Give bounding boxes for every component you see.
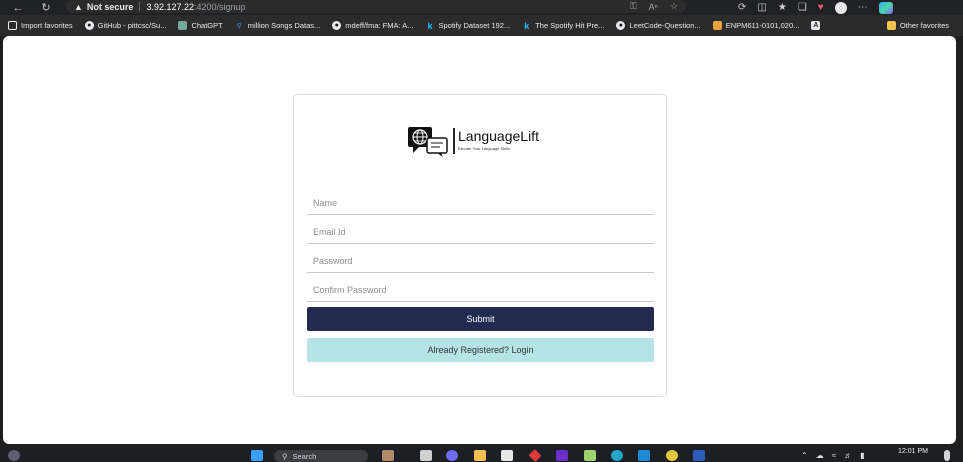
confirm-password-field bbox=[307, 278, 654, 302]
favorites-icon[interactable]: ★ bbox=[778, 2, 787, 13]
bookmark-label: The Spotify Hit Pre... bbox=[535, 21, 605, 30]
bookmark-fma[interactable]: ● mdeff/fma: FMA: A... bbox=[332, 21, 414, 30]
widgets-icon[interactable] bbox=[8, 450, 20, 461]
brand-logo: LanguageLift Elevate Your Language Skill… bbox=[407, 126, 539, 158]
extensions-icon[interactable]: ⟳ bbox=[738, 2, 746, 13]
vscode-icon[interactable] bbox=[638, 450, 650, 461]
email-input[interactable] bbox=[307, 220, 654, 243]
bookmark-label: mdeff/fma: FMA: A... bbox=[345, 21, 414, 30]
browser-titlebar: ← ↻ ▲ Not secure 3.92.127.22 :4200/signu… bbox=[0, 0, 963, 15]
collections-icon[interactable]: ❏ bbox=[798, 2, 807, 13]
chrome-icon[interactable] bbox=[666, 450, 678, 461]
password-field bbox=[307, 249, 654, 273]
key-icon[interactable]: ⚿ bbox=[630, 1, 637, 12]
app-icon[interactable] bbox=[382, 450, 394, 461]
bookmark-million-songs[interactable]: ⚲ million Songs Datas... bbox=[235, 21, 321, 30]
back-icon[interactable]: ← bbox=[9, 0, 27, 15]
bookmark-label: million Songs Datas... bbox=[247, 21, 321, 30]
refresh-icon[interactable]: ↻ bbox=[37, 0, 55, 15]
brand-tagline: Elevate Your Language Skills bbox=[458, 146, 510, 151]
wifi-icon[interactable]: ≈ bbox=[832, 451, 836, 460]
bookmark-spotify-dataset[interactable]: k Spotify Dataset 192... bbox=[426, 20, 511, 31]
bookmark-label: Spotify Dataset 192... bbox=[438, 21, 511, 30]
url-host: 3.92.127.22 bbox=[146, 1, 194, 12]
start-icon[interactable] bbox=[251, 450, 263, 461]
search-icon: ⚲ bbox=[282, 451, 288, 461]
page-content: LanguageLift Elevate Your Language Skill… bbox=[3, 36, 956, 444]
bookmark-spotify-hit[interactable]: k The Spotify Hit Pre... bbox=[522, 20, 605, 31]
url-path: :4200/signup bbox=[194, 1, 246, 12]
submit-button[interactable]: Submit bbox=[307, 307, 654, 331]
warning-icon: ▲ bbox=[74, 1, 83, 12]
folder-icon bbox=[886, 21, 896, 30]
bookmark-a[interactable]: A bbox=[811, 21, 821, 30]
bookmark-github-pittcsc[interactable]: ● GitHub - pittcsc/Su... bbox=[84, 21, 167, 30]
bookmark-enpm611[interactable]: ENPM611-0101,020... bbox=[712, 21, 800, 30]
signup-card: LanguageLift Elevate Your Language Skill… bbox=[293, 94, 667, 397]
bookmark-leetcode[interactable]: ● LeetCode-Question... bbox=[616, 21, 701, 30]
bookmark-label: ENPM611-0101,020... bbox=[725, 21, 800, 30]
profile-avatar[interactable] bbox=[834, 1, 847, 14]
store-icon[interactable] bbox=[501, 450, 513, 461]
other-favorites-label: Other favorites bbox=[899, 21, 949, 30]
bookmark-label: ChatGPT bbox=[191, 21, 223, 30]
kaggle-icon: k bbox=[524, 20, 530, 31]
name-input[interactable] bbox=[307, 191, 654, 214]
search-icon: ⚲ bbox=[236, 22, 242, 30]
course-icon bbox=[712, 21, 722, 30]
split-screen-icon[interactable]: ◫ bbox=[757, 2, 766, 13]
bookmark-import[interactable]: Import favorites bbox=[8, 21, 73, 30]
cloud-icon[interactable]: ☁ bbox=[816, 451, 824, 460]
kaggle-icon: k bbox=[427, 20, 433, 31]
more-icon[interactable]: ⋯ bbox=[858, 2, 868, 13]
bookmark-label: Import favorites bbox=[21, 21, 73, 30]
bookmarks-bar: Import favorites ● GitHub - pittcsc/Su..… bbox=[0, 15, 963, 36]
address-bar[interactable]: ▲ Not secure 3.92.127.22 :4200/signup ⚿ … bbox=[66, 0, 686, 13]
file-explorer-icon[interactable] bbox=[420, 450, 432, 461]
taskbar: ⚲ Search ⌃ ☁ ≈ ♬ ▮ 12:01 PM bbox=[0, 448, 963, 462]
word-icon[interactable] bbox=[693, 450, 705, 461]
favorite-star-icon[interactable]: ☆ bbox=[670, 1, 678, 12]
email-field bbox=[307, 220, 654, 244]
notification-icon[interactable] bbox=[944, 450, 950, 461]
confirm-password-input[interactable] bbox=[307, 278, 654, 301]
login-button[interactable]: Already Registered? Login bbox=[307, 338, 654, 362]
import-icon bbox=[8, 21, 17, 30]
taskbar-search-label: Search bbox=[292, 451, 317, 461]
globe-chat-icon bbox=[408, 127, 448, 157]
system-tray: ⌃ ☁ ≈ ♬ ▮ bbox=[801, 448, 865, 462]
github-icon: ● bbox=[84, 21, 94, 30]
github-icon: ● bbox=[616, 21, 626, 30]
folder-icon[interactable] bbox=[474, 450, 486, 461]
security-label[interactable]: Not secure bbox=[87, 2, 134, 12]
github-icon: ● bbox=[332, 21, 342, 30]
clock-time: 12:01 PM bbox=[898, 448, 928, 455]
clock[interactable]: 12:01 PM bbox=[898, 448, 928, 456]
password-input[interactable] bbox=[307, 249, 654, 272]
read-aloud-icon[interactable]: Aⁿ bbox=[649, 2, 658, 12]
bookmark-label: GitHub - pittcsc/Su... bbox=[97, 21, 167, 30]
prime-icon[interactable] bbox=[556, 450, 568, 461]
bookmark-chatgpt[interactable]: ChatGPT bbox=[178, 21, 223, 30]
chatgpt-icon bbox=[178, 21, 188, 30]
app-icon[interactable] bbox=[528, 448, 542, 462]
address-divider bbox=[139, 2, 141, 11]
taskbar-search[interactable]: ⚲ Search bbox=[274, 450, 368, 462]
bookmark-label: LeetCode-Question... bbox=[629, 21, 701, 30]
chat-icon[interactable] bbox=[446, 450, 458, 461]
battery-icon[interactable]: ▮ bbox=[860, 451, 864, 460]
edge-icon[interactable] bbox=[611, 450, 623, 461]
heart-icon[interactable]: ♥ bbox=[818, 2, 824, 13]
brand-name: LanguageLift bbox=[458, 128, 539, 144]
app-icon[interactable] bbox=[584, 450, 596, 461]
copilot-icon[interactable] bbox=[878, 1, 893, 14]
logo-divider bbox=[453, 128, 455, 154]
name-field bbox=[307, 191, 654, 215]
volume-icon[interactable]: ♬ bbox=[844, 451, 852, 460]
a-icon: A bbox=[811, 21, 821, 30]
chevron-up-icon[interactable]: ⌃ bbox=[801, 451, 808, 460]
other-favorites[interactable]: Other favorites bbox=[886, 15, 949, 36]
